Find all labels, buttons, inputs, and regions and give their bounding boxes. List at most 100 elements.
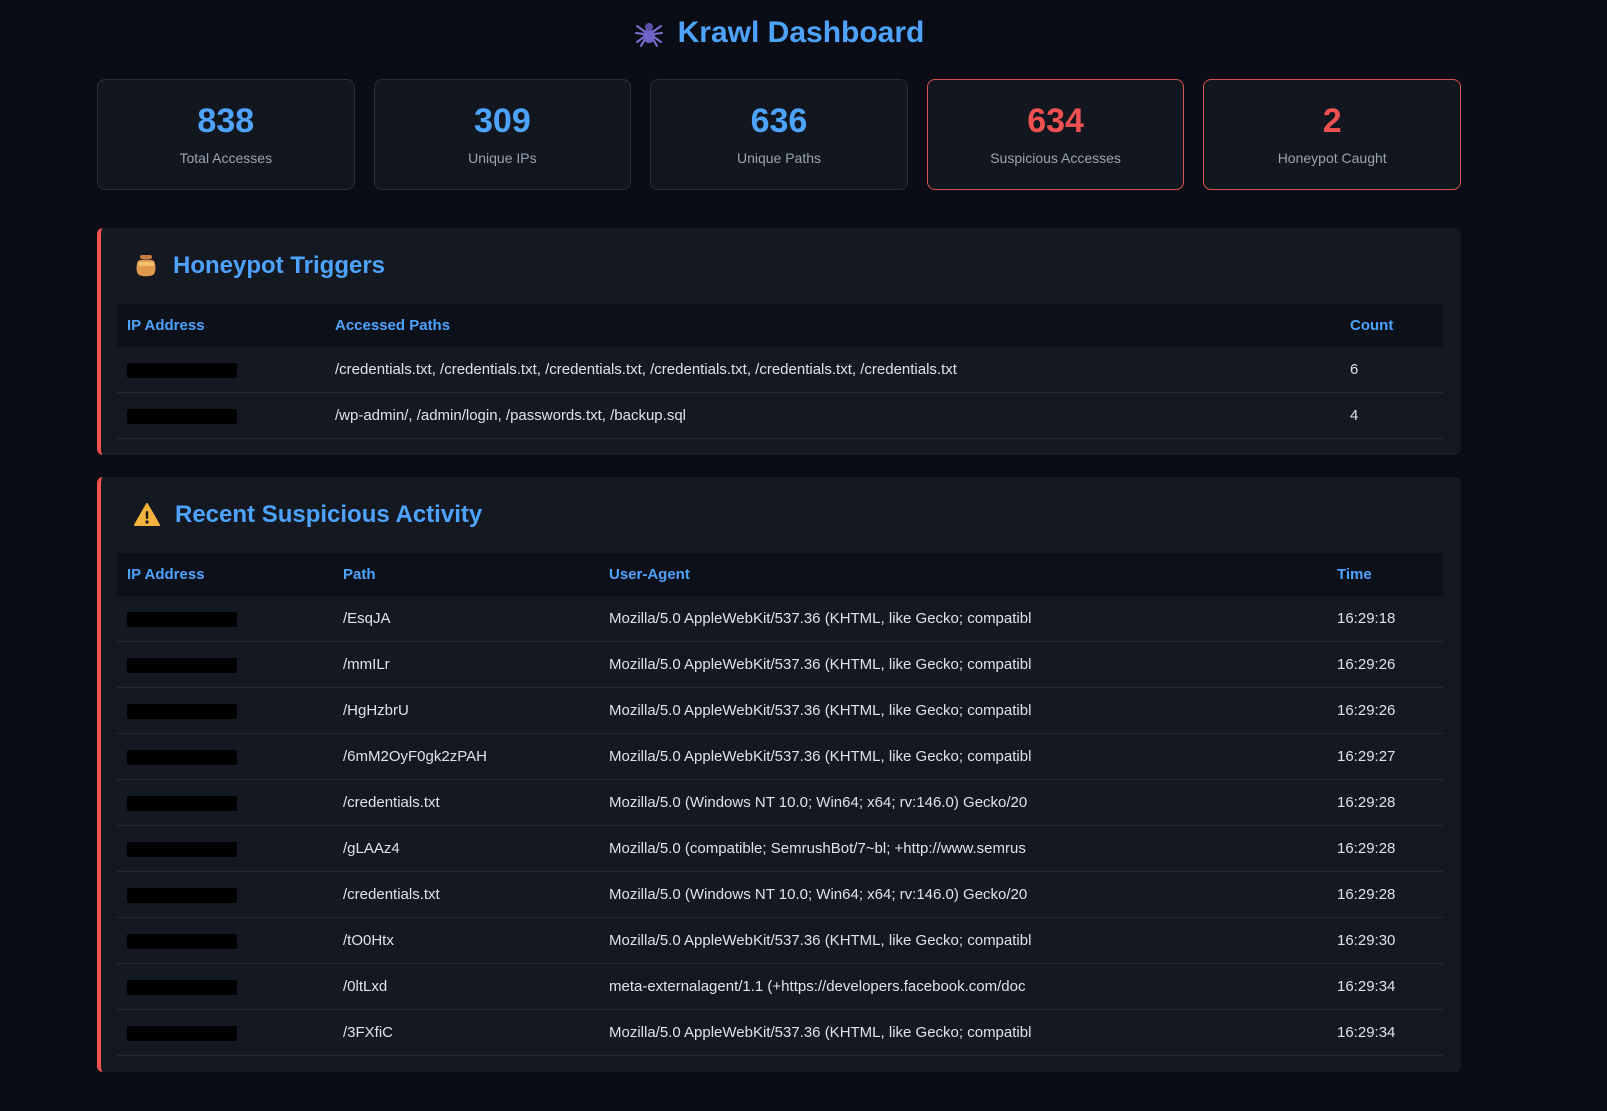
suspicious-row: /credentials.txtMozilla/5.0 (Windows NT … (117, 780, 1443, 826)
page-title: Krawl Dashboard (634, 16, 925, 50)
suspicious-table: IP AddressPathUser-AgentTime /EsqJAMozil… (117, 553, 1443, 1056)
time-cell: 16:29:27 (1327, 734, 1443, 780)
stat-card-honeypot-caught: 2Honeypot Caught (1203, 79, 1461, 190)
stat-value: 309 (474, 104, 531, 138)
honeypot-table-body: /credentials.txt, /credentials.txt, /cre… (117, 347, 1443, 439)
stat-card-unique-paths: 636 Unique Paths (650, 79, 908, 190)
path-cell: /credentials.txt (333, 780, 599, 826)
stat-label: Total Accesses (179, 150, 272, 166)
suspicious-row: /tO0HtxMozilla/5.0 AppleWebKit/537.36 (K… (117, 918, 1443, 964)
redacted-ip-bar (127, 888, 237, 903)
time-cell: 16:29:34 (1327, 964, 1443, 1010)
time-cell: 16:29:34 (1327, 1010, 1443, 1056)
redacted-ip-bar (127, 934, 237, 949)
ip-address-cell (117, 393, 325, 439)
path-cell: /mmILr (333, 642, 599, 688)
warning-icon (133, 502, 161, 528)
redacted-ip-bar (127, 842, 237, 857)
dashboard-page: Krawl Dashboard 838Total Accesses309Uniq… (97, 0, 1461, 1072)
honeypot-row: /credentials.txt, /credentials.txt, /cre… (117, 347, 1443, 393)
honeypot-panel: Honeypot Triggers IP AddressAccessed Pat… (97, 228, 1461, 455)
user-agent-cell: meta-externalagent/1.1 (+https://develop… (599, 964, 1327, 1010)
suspicious-title: Recent Suspicious Activity (133, 501, 1443, 529)
honeypot-icon (133, 253, 159, 279)
user-agent-cell: Mozilla/5.0 AppleWebKit/537.36 (KHTML, l… (599, 918, 1327, 964)
time-cell: 16:29:30 (1327, 918, 1443, 964)
path-cell: /6mM2OyF0gk2zPAH (333, 734, 599, 780)
ip-address-cell (117, 596, 333, 642)
page-header: Krawl Dashboard (97, 0, 1461, 79)
path-cell: /3FXfiC (333, 1010, 599, 1056)
count-cell: 6 (1340, 347, 1443, 393)
ip-address-cell (117, 734, 333, 780)
time-cell: 16:29:28 (1327, 872, 1443, 918)
suspicious-row: /3FXfiCMozilla/5.0 AppleWebKit/537.36 (K… (117, 1010, 1443, 1056)
honeypot-title-text: Honeypot Triggers (173, 252, 385, 280)
honeypot-row: /wp-admin/, /admin/login, /passwords.txt… (117, 393, 1443, 439)
column-header-count: Count (1340, 304, 1443, 347)
stat-value: 636 (751, 104, 808, 138)
column-header-accessed-paths: Accessed Paths (325, 304, 1340, 347)
column-header-user-agent: User-Agent (599, 553, 1327, 596)
honeypot-table: IP AddressAccessed PathsCount /credentia… (117, 304, 1443, 439)
stat-card-total-accesses: 838Total Accesses (97, 79, 355, 190)
time-cell: 16:29:26 (1327, 688, 1443, 734)
time-cell: 16:29:18 (1327, 596, 1443, 642)
accessed-paths-cell: /credentials.txt, /credentials.txt, /cre… (325, 347, 1340, 393)
redacted-ip-bar (127, 1026, 237, 1041)
path-cell: /EsqJA (333, 596, 599, 642)
ip-address-cell (117, 780, 333, 826)
column-header-ip-address: IP Address (117, 304, 325, 347)
stat-card-unique-ips: 309Unique IPs (374, 79, 632, 190)
path-cell: /HgHzbrU (333, 688, 599, 734)
suspicious-row: /mmILrMozilla/5.0 AppleWebKit/537.36 (KH… (117, 642, 1443, 688)
time-cell: 16:29:26 (1327, 642, 1443, 688)
suspicious-row: /gLAAz4Mozilla/5.0 (compatible; SemrushB… (117, 826, 1443, 872)
user-agent-cell: Mozilla/5.0 AppleWebKit/537.36 (KHTML, l… (599, 1010, 1327, 1056)
user-agent-cell: Mozilla/5.0 (compatible; SemrushBot/7~bl… (599, 826, 1327, 872)
stat-card-suspicious-accesses: 634 Suspicious Accesses (927, 79, 1185, 190)
suspicious-row: /HgHzbrUMozilla/5.0 AppleWebKit/537.36 (… (117, 688, 1443, 734)
redacted-ip-bar (127, 612, 237, 627)
suspicious-header-row: IP AddressPathUser-AgentTime (117, 553, 1443, 596)
redacted-ip-bar (127, 658, 237, 673)
user-agent-cell: Mozilla/5.0 (Windows NT 10.0; Win64; x64… (599, 872, 1327, 918)
user-agent-cell: Mozilla/5.0 (Windows NT 10.0; Win64; x64… (599, 780, 1327, 826)
stat-value: 634 (1027, 104, 1084, 138)
ip-address-cell (117, 872, 333, 918)
ip-address-cell (117, 1010, 333, 1056)
redacted-ip-bar (127, 980, 237, 995)
suspicious-title-text: Recent Suspicious Activity (175, 501, 482, 529)
suspicious-panel: Recent Suspicious Activity IP AddressPat… (97, 477, 1461, 1072)
suspicious-row: /6mM2OyF0gk2zPAHMozilla/5.0 AppleWebKit/… (117, 734, 1443, 780)
ip-address-cell (117, 964, 333, 1010)
path-cell: /0ltLxd (333, 964, 599, 1010)
redacted-ip-bar (127, 409, 237, 424)
suspicious-row: /EsqJAMozilla/5.0 AppleWebKit/537.36 (KH… (117, 596, 1443, 642)
ip-address-cell (117, 688, 333, 734)
stats-row: 838Total Accesses309Unique IPs 636 Unique … (97, 79, 1461, 190)
ip-address-cell (117, 918, 333, 964)
spider-icon (634, 18, 664, 48)
user-agent-cell: Mozilla/5.0 AppleWebKit/537.36 (KHTML, l… (599, 642, 1327, 688)
time-cell: 16:29:28 (1327, 826, 1443, 872)
stat-label: Unique Paths (737, 150, 821, 166)
stat-label: Honeypot Caught (1278, 150, 1387, 166)
path-cell: /gLAAz4 (333, 826, 599, 872)
path-cell: /tO0Htx (333, 918, 599, 964)
column-header-time: Time (1327, 553, 1443, 596)
ip-address-cell (117, 347, 325, 393)
stat-label: Suspicious Accesses (990, 150, 1121, 166)
page-title-text: Krawl Dashboard (678, 16, 925, 50)
count-cell: 4 (1340, 393, 1443, 439)
user-agent-cell: Mozilla/5.0 AppleWebKit/537.36 (KHTML, l… (599, 688, 1327, 734)
path-cell: /credentials.txt (333, 872, 599, 918)
honeypot-title: Honeypot Triggers (133, 252, 1443, 280)
column-header-path: Path (333, 553, 599, 596)
ip-address-cell (117, 642, 333, 688)
redacted-ip-bar (127, 796, 237, 811)
ip-address-cell (117, 826, 333, 872)
suspicious-table-body: /EsqJAMozilla/5.0 AppleWebKit/537.36 (KH… (117, 596, 1443, 1056)
suspicious-row: /0ltLxdmeta-externalagent/1.1 (+https://… (117, 964, 1443, 1010)
column-header-ip-address: IP Address (117, 553, 333, 596)
